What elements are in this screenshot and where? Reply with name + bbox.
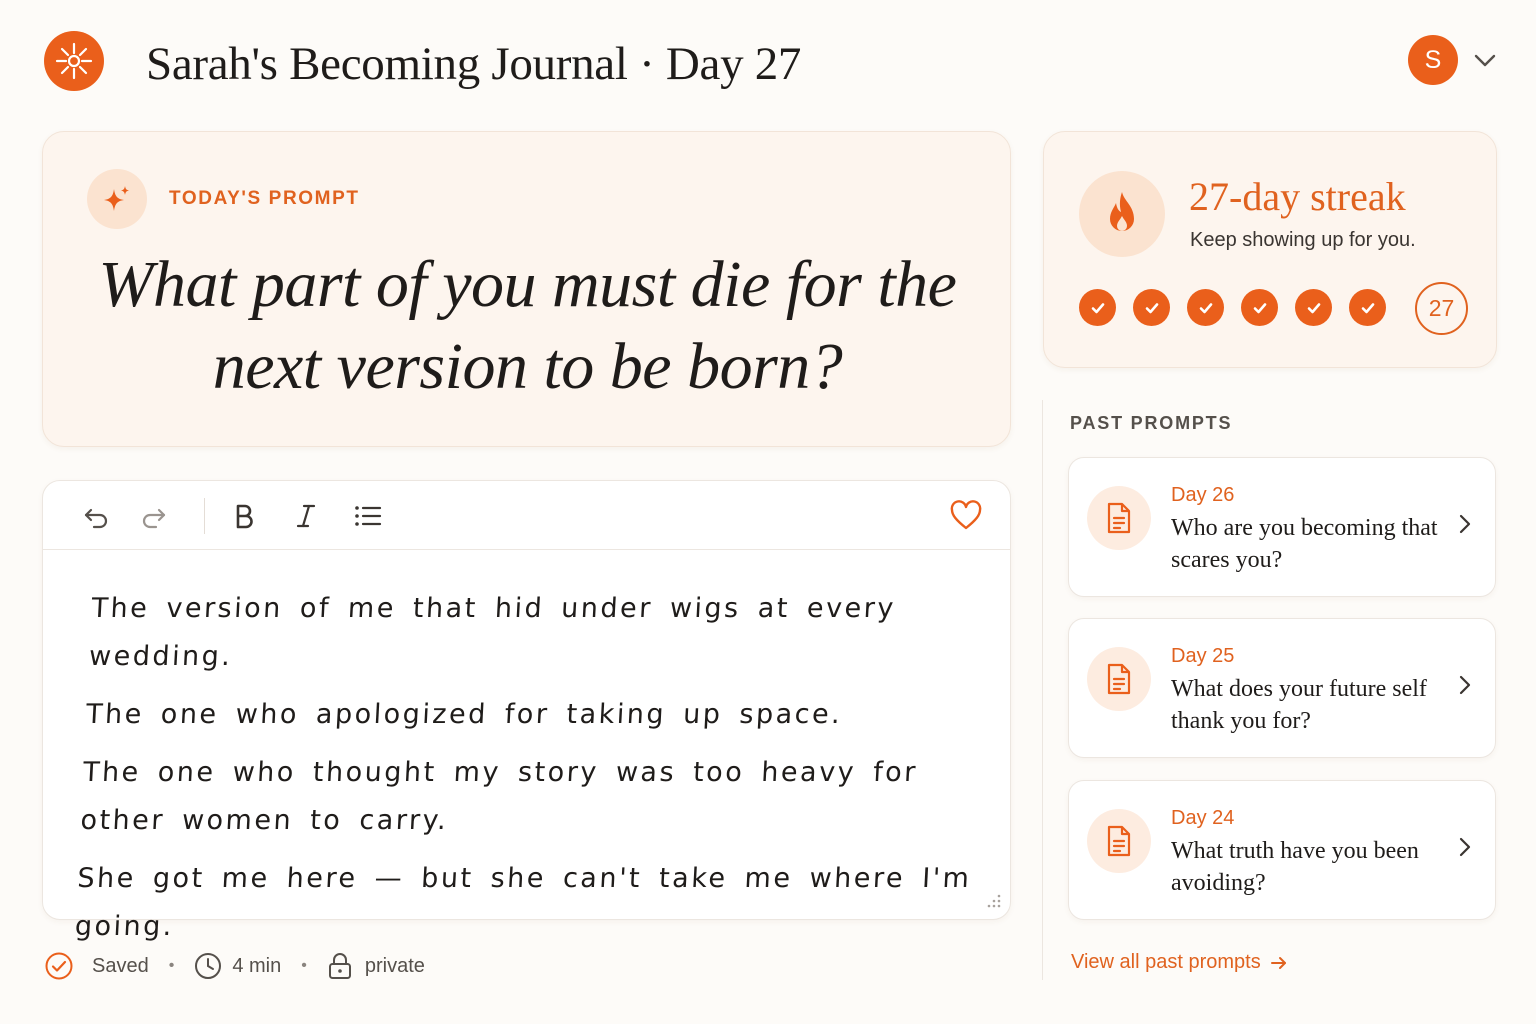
- streak-card: 27-day streak Keep showing up for you. 2…: [1043, 131, 1497, 368]
- past-prompt-day-25[interactable]: Day 25 What does your future self thank …: [1068, 618, 1496, 758]
- streak-count-badge: 27: [1415, 282, 1468, 335]
- bold-button[interactable]: [229, 501, 259, 531]
- check-icon: [1199, 302, 1212, 313]
- check-icon: [1253, 302, 1266, 313]
- check-icon: [1145, 302, 1158, 313]
- entry-line: The one who thought my story was too hea…: [79, 757, 919, 836]
- past-prompt-question: What truth have you been avoiding?: [1171, 838, 1419, 896]
- streak-day-check: [1349, 289, 1386, 326]
- heart-icon: [950, 500, 982, 530]
- document-icon: [1107, 663, 1131, 695]
- check-circle-icon: [45, 952, 73, 980]
- undo-icon: [84, 508, 108, 529]
- entry-text[interactable]: The version of me that hid under wigs at…: [73, 585, 993, 961]
- streak-dots: [1079, 289, 1386, 326]
- italic-button[interactable]: [291, 501, 321, 531]
- separator-dot: •: [301, 957, 307, 974]
- check-icon: [1361, 302, 1374, 313]
- bold-icon: [236, 504, 253, 529]
- streak-day-check: [1079, 289, 1116, 326]
- time-status: 4 min: [194, 952, 281, 980]
- time-label: 4 min: [232, 954, 282, 977]
- document-badge: [1087, 647, 1151, 711]
- flame-icon: [1110, 192, 1134, 231]
- view-all-label: View all past prompts: [1071, 951, 1261, 973]
- bullet-list-button[interactable]: [353, 501, 383, 531]
- entry-line: The version of me that hid under wigs at…: [88, 593, 897, 672]
- separator-dot: •: [168, 957, 175, 974]
- past-prompt-question: Who are you becoming that scares you?: [1171, 515, 1438, 573]
- streak-title: 27-day streak: [1189, 174, 1406, 219]
- streak-day-check: [1241, 289, 1278, 326]
- view-all-past-prompts-link[interactable]: View all past prompts: [1071, 951, 1289, 974]
- editor-toolbar: [43, 481, 1010, 550]
- redo-button[interactable]: [139, 501, 169, 531]
- document-badge: [1087, 486, 1151, 550]
- past-prompts-label: PAST PROMPTS: [1070, 413, 1233, 433]
- chevron-right-icon: [1459, 514, 1471, 534]
- past-prompt-day-24[interactable]: Day 24 What truth have you been avoiding…: [1068, 780, 1496, 920]
- prompt-text: What part of you must die for the next v…: [98, 248, 957, 403]
- saved-status: Saved: [44, 951, 149, 981]
- page-title: Sarah's Becoming Journal · Day 27: [146, 38, 802, 90]
- status-bar: Saved • 4 min • private: [44, 951, 425, 981]
- arrow-right-icon: [1270, 956, 1286, 969]
- past-prompt-day: Day 26: [1171, 484, 1235, 506]
- document-badge: [1087, 809, 1151, 873]
- chevron-down-icon[interactable]: [1472, 50, 1498, 70]
- document-icon: [1107, 502, 1131, 534]
- past-prompt-day-26[interactable]: Day 26 Who are you becoming that scares …: [1068, 457, 1496, 597]
- streak-day-check: [1295, 289, 1332, 326]
- favorite-button[interactable]: [949, 499, 983, 533]
- redo-icon: [142, 508, 166, 529]
- undo-button[interactable]: [81, 501, 111, 531]
- past-prompt-question: What does your future self thank you for…: [1171, 676, 1427, 734]
- resize-handle-icon[interactable]: [982, 891, 1002, 911]
- chevron-right-icon: [1459, 675, 1471, 695]
- sparkle-icon: [104, 186, 129, 211]
- privacy-status: private: [327, 952, 425, 980]
- lock-icon: [328, 953, 351, 979]
- sparkle-badge: [87, 169, 147, 229]
- chevron-right-icon: [1459, 837, 1471, 857]
- check-icon: [1091, 302, 1104, 313]
- clock-icon: [195, 953, 222, 979]
- toolbar-divider: [204, 498, 205, 534]
- document-icon: [1107, 825, 1131, 857]
- entry-line: The one who apologized for taking up spa…: [85, 699, 844, 730]
- past-prompt-day: Day 25: [1171, 645, 1235, 667]
- prompt-label: TODAY'S PROMPT: [169, 188, 360, 209]
- sunburst-icon: [55, 42, 93, 80]
- app-logo[interactable]: [44, 31, 104, 91]
- journal-editor[interactable]: The version of me that hid under wigs at…: [42, 480, 1011, 942]
- bullet-list-icon: [355, 506, 382, 526]
- streak-day-check: [1187, 289, 1224, 326]
- flame-badge: [1079, 171, 1165, 257]
- italic-icon: [296, 504, 316, 528]
- streak-day-check: [1133, 289, 1170, 326]
- check-icon: [1307, 302, 1320, 313]
- entry-line: She got me here — but she can't take me …: [74, 863, 973, 942]
- past-prompt-day: Day 24: [1171, 807, 1235, 829]
- sidebar-divider: [1042, 400, 1043, 980]
- privacy-label: private: [364, 954, 425, 977]
- todays-prompt-card: TODAY'S PROMPT What part of you must die…: [42, 131, 1011, 447]
- saved-label: Saved: [92, 954, 149, 977]
- avatar[interactable]: S: [1408, 35, 1458, 85]
- streak-subtitle: Keep showing up for you.: [1190, 229, 1416, 251]
